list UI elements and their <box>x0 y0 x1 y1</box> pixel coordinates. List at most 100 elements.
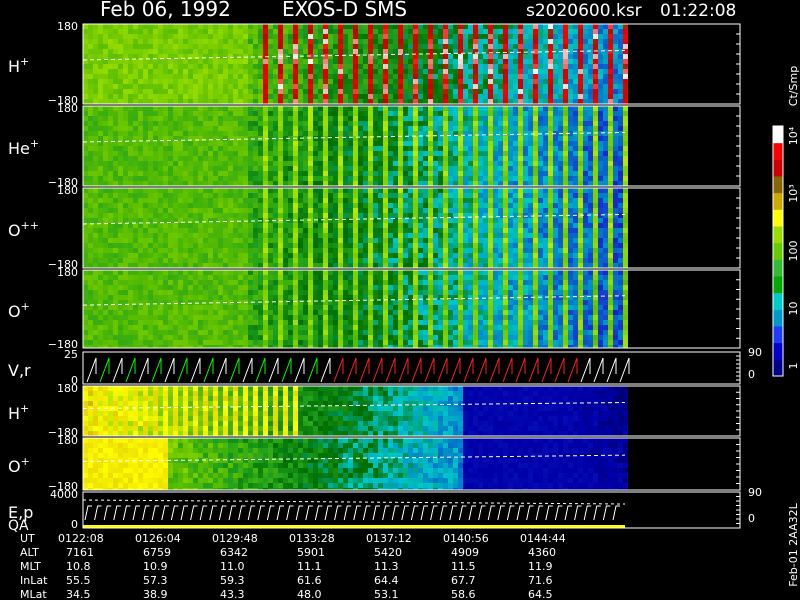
row-value: 4360 <box>528 546 556 559</box>
panel-0-label-sup: + <box>20 55 29 68</box>
row-label: UT <box>20 532 35 545</box>
row-value: 0140:56 <box>443 532 489 545</box>
panel-5: 180−180H+ <box>8 382 741 439</box>
row-value: 7161 <box>66 546 94 559</box>
panel-4-ticks <box>736 351 740 385</box>
panel-ep-traces <box>82 499 626 528</box>
row-value: 53.1 <box>374 588 399 600</box>
row-mlt: MLT 10.8 10.9 11.0 11.1 11.3 11.5 11.9 <box>20 560 553 573</box>
panel-vr-traces <box>86 357 630 383</box>
side-label: Feb-01 2AA32L <box>787 502 800 586</box>
row-value: 64.4 <box>374 574 399 587</box>
panel-2-ytop: 180 <box>57 184 78 197</box>
row-value: 58.6 <box>451 588 476 600</box>
panel-4-right-bot: 0 <box>748 368 755 381</box>
colorbar-label: Ct/Smp <box>787 66 800 106</box>
panel-3-ytop: 180 <box>57 266 78 279</box>
row-value: 6759 <box>143 546 171 559</box>
header-date: Feb 06, 1992 <box>100 0 231 21</box>
panel-2-ticks <box>736 187 740 269</box>
row-alt: ALT 7161 6759 6342 5901 5420 4909 4360 <box>20 546 556 559</box>
row-value: 48.0 <box>297 588 322 600</box>
panel-6: 180−180O+ <box>8 434 741 493</box>
colorbar-tick-3: 10³ <box>787 184 800 202</box>
panel-6-ytop: 180 <box>57 434 78 447</box>
colorbar-tick-2: 100 <box>787 241 800 262</box>
row-value: 0137:12 <box>366 532 412 545</box>
row-value: 6342 <box>220 546 248 559</box>
panel-7-ticks <box>736 491 740 529</box>
row-value: 61.6 <box>297 574 322 587</box>
panel-6-label-sup: + <box>21 455 30 468</box>
row-value: 4909 <box>451 546 479 559</box>
panel-5-label-sup: + <box>20 402 29 415</box>
panel-4-frame <box>82 351 741 385</box>
panel-3-ticks <box>736 269 740 349</box>
row-value: 0144:44 <box>520 532 566 545</box>
panel-1-cells <box>83 106 628 186</box>
row-label: MLT <box>20 560 41 573</box>
panel-2-label: O++ <box>8 219 39 240</box>
row-value: 0129:48 <box>212 532 258 545</box>
panel-6-label: O+ <box>8 455 30 476</box>
row-value: 11.5 <box>451 560 476 573</box>
sms-spectrogram-plot: Feb 06, 1992 EXOS-D SMS s2020600.ksr 01:… <box>8 0 800 600</box>
panel-7-ybot: 0 <box>71 518 78 531</box>
panel-1-ytop: 180 <box>57 102 78 115</box>
panel-2-cells <box>83 188 628 268</box>
panel-6-ticks <box>736 437 740 491</box>
panel-5-ticks <box>736 385 740 437</box>
panel-7-ytop: 4000 <box>50 488 78 501</box>
row-label: InLat <box>20 574 48 587</box>
panel-2: 180−180O++ <box>8 184 741 271</box>
colorbar-tick-4: 10⁴ <box>787 126 800 145</box>
row-mlat: MLat 34.5 38.9 43.3 48.0 53.1 58.6 64.5 <box>20 588 553 600</box>
row-value: 55.5 <box>66 574 91 587</box>
row-value: 64.5 <box>528 588 553 600</box>
row-value: 5420 <box>374 546 402 559</box>
row-ut: UT 0122:08 0126:04 0129:48 0133:28 0137:12 014… <box>20 532 566 545</box>
panel-1-ticks <box>736 105 740 187</box>
header-instrument: EXOS-D SMS <box>282 0 407 21</box>
colorbar-swatches <box>773 126 783 377</box>
row-value: 10.8 <box>66 560 91 573</box>
colorbar-tick-1: 10 <box>787 302 800 316</box>
panel-3-label-sup: + <box>21 300 30 313</box>
panel-7-right-bot: 0 <box>748 512 755 525</box>
panel-4-ytop: 25 <box>64 348 78 361</box>
row-value: 38.9 <box>143 588 168 600</box>
panel-7: 40000E,pQA900 <box>8 486 762 534</box>
row-value: 0122:08 <box>58 532 104 545</box>
panel-5-ytop: 180 <box>57 382 78 395</box>
panel-1-label-sup: + <box>30 137 39 150</box>
header-file: s2020600.ksr <box>526 1 642 21</box>
panel-4-right-top: 90 <box>748 346 762 359</box>
row-label: MLat <box>20 588 47 600</box>
panel-5-label: H+ <box>8 402 29 423</box>
panel-7-right-top: 90 <box>748 486 762 499</box>
row-value: 0126:04 <box>135 532 181 545</box>
row-value: 67.7 <box>451 574 476 587</box>
panel-0-ticks <box>736 23 740 105</box>
panel-3: 180−180O+ <box>8 266 741 351</box>
panel-3-cells <box>83 270 628 348</box>
colorbar-ticks: 1 10 100 10³ 10⁴ <box>787 126 800 369</box>
ephemeris-table: UT 0122:08 0126:04 0129:48 0133:28 0137:12 014… <box>20 532 566 600</box>
panel-7-frame <box>82 491 741 529</box>
row-value: 11.0 <box>220 560 245 573</box>
row-value: 59.3 <box>220 574 245 587</box>
panel-3-label: O+ <box>8 300 30 321</box>
row-value: 11.3 <box>374 560 399 573</box>
panel-6-cells <box>83 438 628 490</box>
panel-0: 180−180H+ <box>8 20 741 107</box>
row-label: ALT <box>20 546 39 559</box>
row-value: 11.1 <box>297 560 322 573</box>
colorbar: 1 10 100 10³ 10⁴ Ct/Smp Feb-01 2AA32L <box>772 66 800 587</box>
row-value: 0133:28 <box>289 532 335 545</box>
row-value: 10.9 <box>143 560 168 573</box>
panel-0-cells <box>83 24 628 104</box>
panel-5-cells <box>83 386 628 436</box>
row-inlat: InLat 55.5 57.3 59.3 61.6 64.4 67.7 71.6 <box>20 574 553 587</box>
panel-4: 250V,r900 <box>8 346 762 387</box>
panel-4-label: V,r <box>8 361 31 380</box>
